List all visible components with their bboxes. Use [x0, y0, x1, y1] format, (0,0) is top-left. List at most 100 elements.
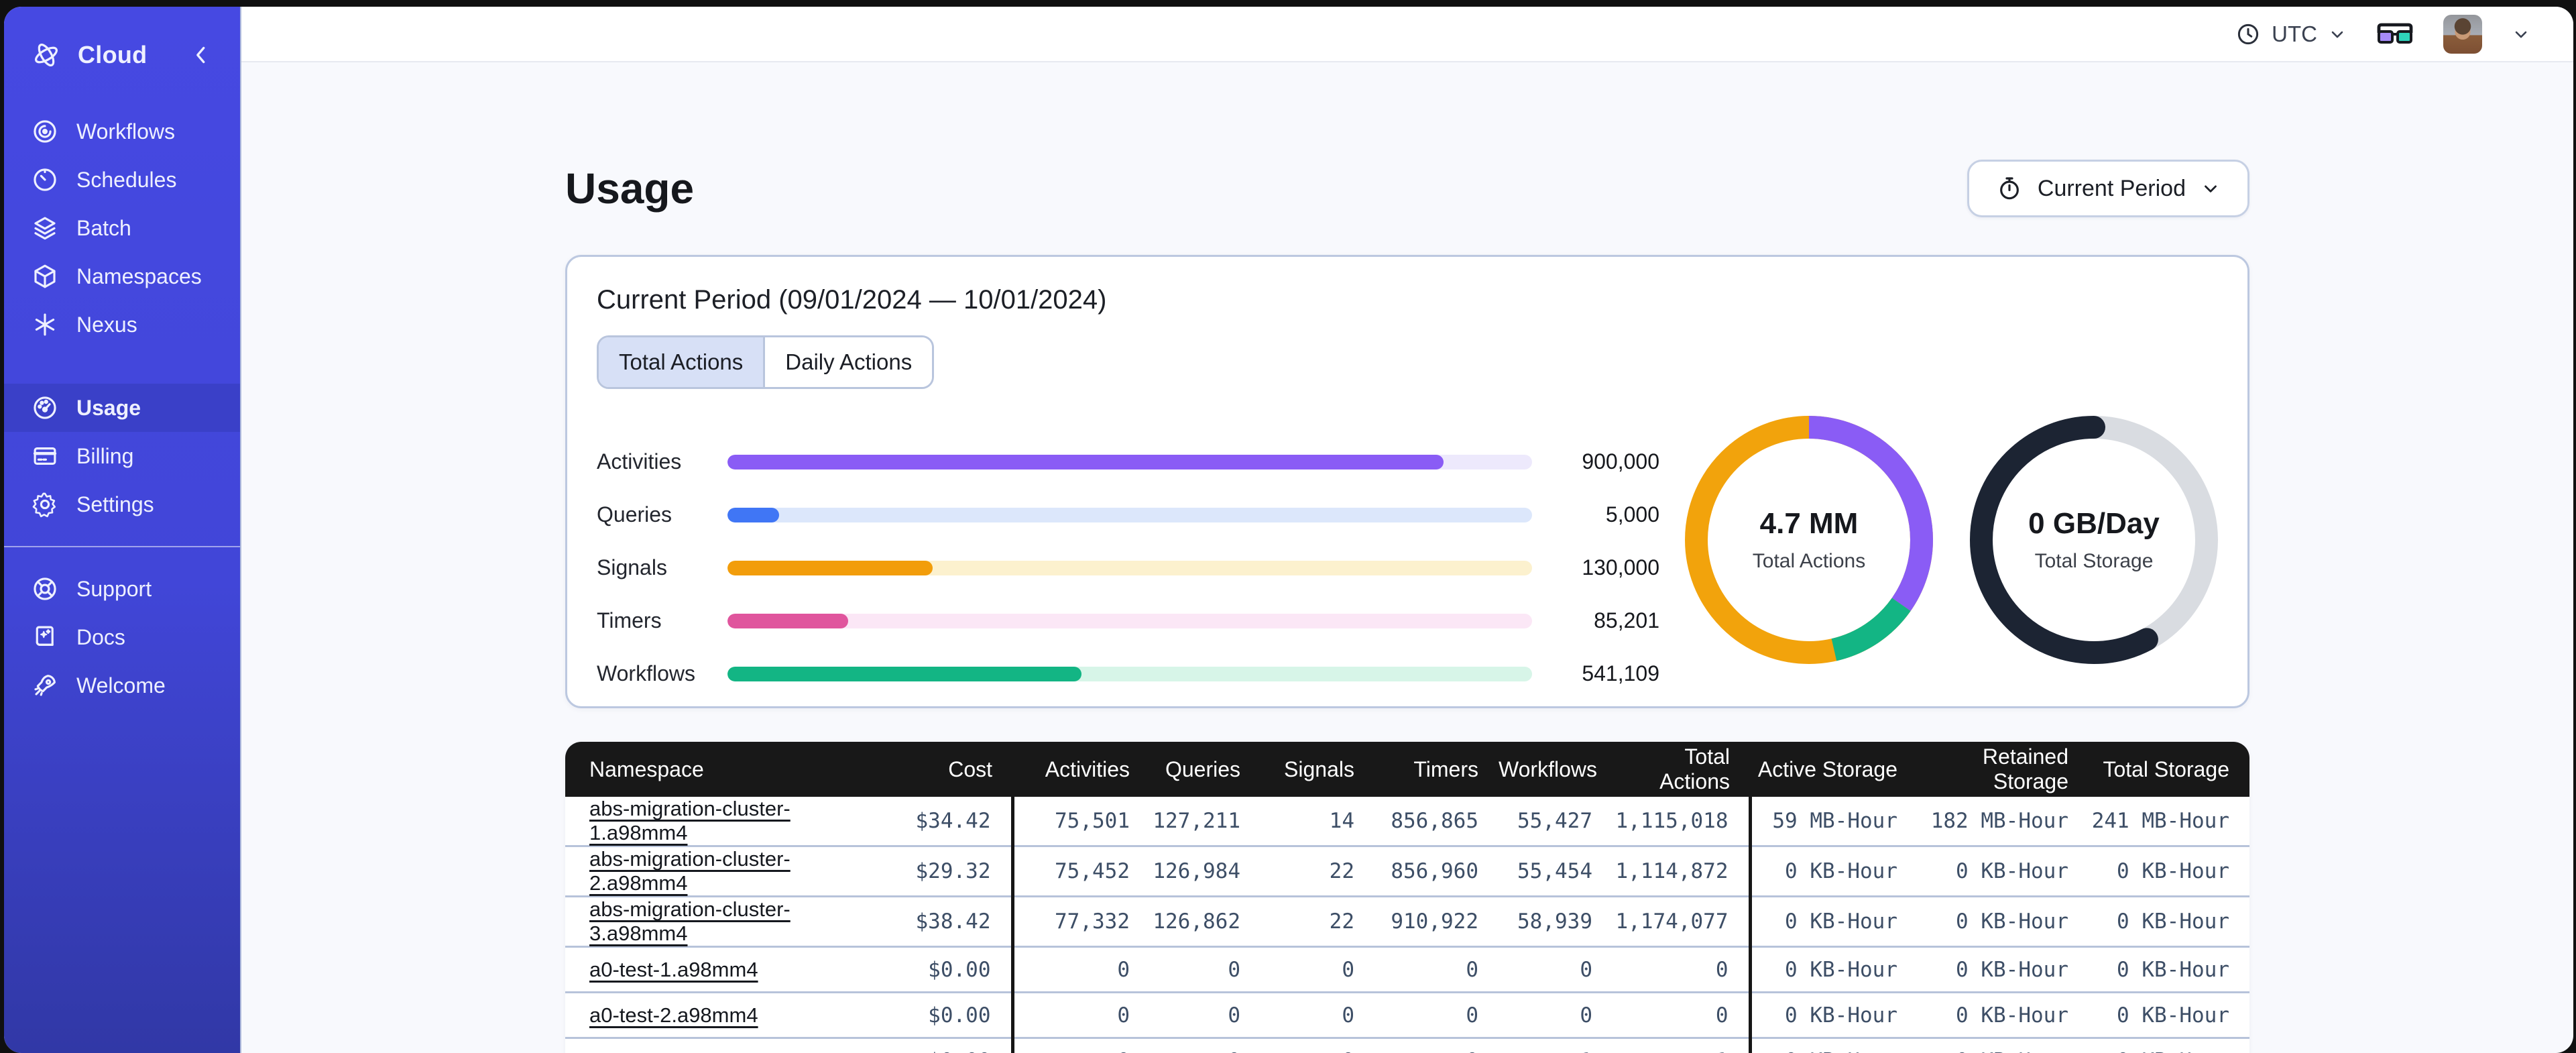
- sidebar-item-usage[interactable]: Usage: [4, 384, 240, 432]
- cell-workflows: 55,454: [1499, 846, 1613, 897]
- donut-value: 0 GB/Day: [2028, 507, 2160, 541]
- cell-queries: 0: [1150, 993, 1261, 1038]
- namespace-link[interactable]: a0-test-1.a98mm4: [589, 958, 758, 981]
- bar-fill: [727, 508, 779, 522]
- tab-daily-actions[interactable]: Daily Actions: [763, 337, 932, 387]
- workflows-icon: [31, 117, 59, 146]
- sidebar-item-workflows[interactable]: Workflows: [4, 107, 240, 156]
- chevron-down-icon: [2328, 25, 2347, 44]
- column-header-total-actions: Total Actions: [1613, 742, 1750, 797]
- batch-icon: [31, 214, 59, 242]
- tab-total-actions[interactable]: Total Actions: [599, 337, 763, 387]
- usage-card: Current Period (09/01/2024 — 10/01/2024)…: [565, 255, 2249, 708]
- cell-timers: 856,960: [1374, 846, 1499, 897]
- column-header-workflows: Workflows: [1499, 742, 1613, 797]
- bar-row: Activities900,000: [597, 449, 1680, 474]
- bar-row: Timers85,201: [597, 608, 1680, 633]
- bar-fill: [727, 667, 1081, 681]
- bar-row: Workflows541,109: [597, 661, 1680, 686]
- sidebar-item-settings[interactable]: Settings: [4, 480, 240, 529]
- sidebar-item-nexus[interactable]: Nexus: [4, 300, 240, 349]
- sidebar-item-docs[interactable]: Docs: [4, 613, 240, 661]
- temporal-cloud-logo-icon: [31, 40, 62, 70]
- namespace-link[interactable]: a0-test-2.a98mm4: [589, 1003, 758, 1027]
- clock-icon: [2235, 21, 2261, 47]
- bar-track: [727, 614, 1532, 628]
- bar-track: [727, 561, 1532, 575]
- cell-signals: 14: [1261, 797, 1374, 846]
- cell-total-actions: 1,115,018: [1613, 797, 1750, 846]
- sidebar-item-support[interactable]: Support: [4, 565, 240, 613]
- timezone-button[interactable]: UTC: [2235, 21, 2347, 47]
- main-area: UTC Usage: [241, 7, 2573, 1053]
- cell-total-actions: 1,114,872: [1613, 846, 1750, 897]
- bar-label: Queries: [597, 502, 727, 527]
- cell-timers: 0: [1374, 947, 1499, 993]
- usage-table: NamespaceCostActivitiesQueriesSignalsTim…: [565, 742, 2249, 1053]
- namespaces-icon: [31, 262, 59, 290]
- cell-workflows: 55,427: [1499, 797, 1613, 846]
- settings-icon: [31, 490, 59, 518]
- cell-total-actions: 0: [1613, 993, 1750, 1038]
- sidebar-item-welcome[interactable]: Welcome: [4, 661, 240, 710]
- namespace-link[interactable]: abs-migration-cluster-3.a98mm4: [589, 897, 791, 945]
- cell-queries: 126,862: [1150, 897, 1261, 947]
- namespace-link[interactable]: abs-migration-cluster-2.a98mm4: [589, 847, 791, 895]
- column-header-queries: Queries: [1150, 742, 1261, 797]
- cell-queries: 0: [1150, 1038, 1261, 1053]
- timezone-label: UTC: [2272, 21, 2317, 47]
- usage-icon: [31, 394, 59, 422]
- sidebar-item-batch[interactable]: Batch: [4, 204, 240, 252]
- cell-retained-storage: 0 KB-Hour: [1918, 947, 2089, 993]
- cell-active-storage: 0 KB-Hour: [1750, 846, 1918, 897]
- cell-timers: 856,865: [1374, 797, 1499, 846]
- actions-bar-chart: Activities900,000Queries5,000Signals130,…: [597, 416, 1680, 686]
- sidebar: Cloud WorkflowsSchedulesBatchNamespacesN…: [4, 7, 241, 1053]
- sidebar-item-label: Usage: [76, 396, 141, 421]
- column-header-total-storage: Total Storage: [2089, 742, 2249, 797]
- sidebar-divider: [4, 546, 240, 547]
- cell-active-storage: 59 MB-Hour: [1750, 797, 1918, 846]
- cell-total-storage: 0 KB-Hour: [2089, 897, 2249, 947]
- donut-total-actions: 4.7 MMTotal Actions: [1685, 416, 1933, 664]
- avatar[interactable]: [2443, 15, 2482, 54]
- sidebar-nav-primary: WorkflowsSchedulesBatchNamespaces Nexus: [4, 107, 240, 349]
- table-row: a0-test-2.a98mm4 $0.00 0 0 0 0 0 0 0 KB-…: [565, 993, 2249, 1038]
- cell-cost: $0.00: [882, 947, 1012, 993]
- cell-total-storage: 0 KB-Hour: [2089, 846, 2249, 897]
- user-menu-chevron-icon[interactable]: [2512, 25, 2530, 44]
- cell-signals: 0: [1261, 1038, 1374, 1053]
- cell-retained-storage: 0 KB-Hour: [1918, 897, 2089, 947]
- sidebar-item-namespaces[interactable]: Namespaces: [4, 252, 240, 300]
- bar-row: Signals130,000: [597, 555, 1680, 580]
- sidebar-item-schedules[interactable]: Schedules: [4, 156, 240, 204]
- sidebar-collapse-button[interactable]: [189, 43, 213, 67]
- cell-queries: 126,984: [1150, 846, 1261, 897]
- schedules-icon: [31, 166, 59, 194]
- namespace-link[interactable]: abs-migration-cluster-1.a98mm4: [589, 797, 791, 844]
- sidebar-item-label: Nexus: [76, 313, 137, 337]
- bar-value: 130,000: [1552, 555, 1659, 580]
- welcome-icon: [31, 671, 59, 700]
- donut-label: Total Actions: [1753, 550, 1865, 573]
- column-header-signals: Signals: [1261, 742, 1374, 797]
- namespace-link[interactable]: bk-worker-test.a98mm4: [589, 1049, 808, 1053]
- cell-active-storage: 0 KB-Hour: [1750, 1038, 1918, 1053]
- cell-total-storage: 241 MB-Hour: [2089, 797, 2249, 846]
- bar-fill: [727, 561, 933, 575]
- table-row: a0-test-1.a98mm4 $0.00 0 0 0 0 0 0 0 KB-…: [565, 947, 2249, 993]
- bar-value: 900,000: [1552, 449, 1659, 474]
- cell-active-storage: 0 KB-Hour: [1750, 897, 1918, 947]
- cell-total-actions: 1: [1613, 1038, 1750, 1053]
- sidebar-item-label: Settings: [76, 492, 154, 517]
- topbar: UTC: [241, 7, 2573, 62]
- sidebar-item-billing[interactable]: Billing: [4, 432, 240, 480]
- glasses-icon[interactable]: [2376, 21, 2414, 48]
- period-dropdown-button[interactable]: Current Period: [1967, 160, 2249, 217]
- cell-workflows: 58,939: [1499, 897, 1613, 947]
- cell-activities: 75,452: [1012, 846, 1150, 897]
- bar-label: Workflows: [597, 661, 727, 686]
- cell-total-actions: 0: [1613, 947, 1750, 993]
- nexus-icon: [31, 311, 59, 339]
- sidebar-nav-footer: SupportDocsWelcome: [4, 565, 240, 710]
